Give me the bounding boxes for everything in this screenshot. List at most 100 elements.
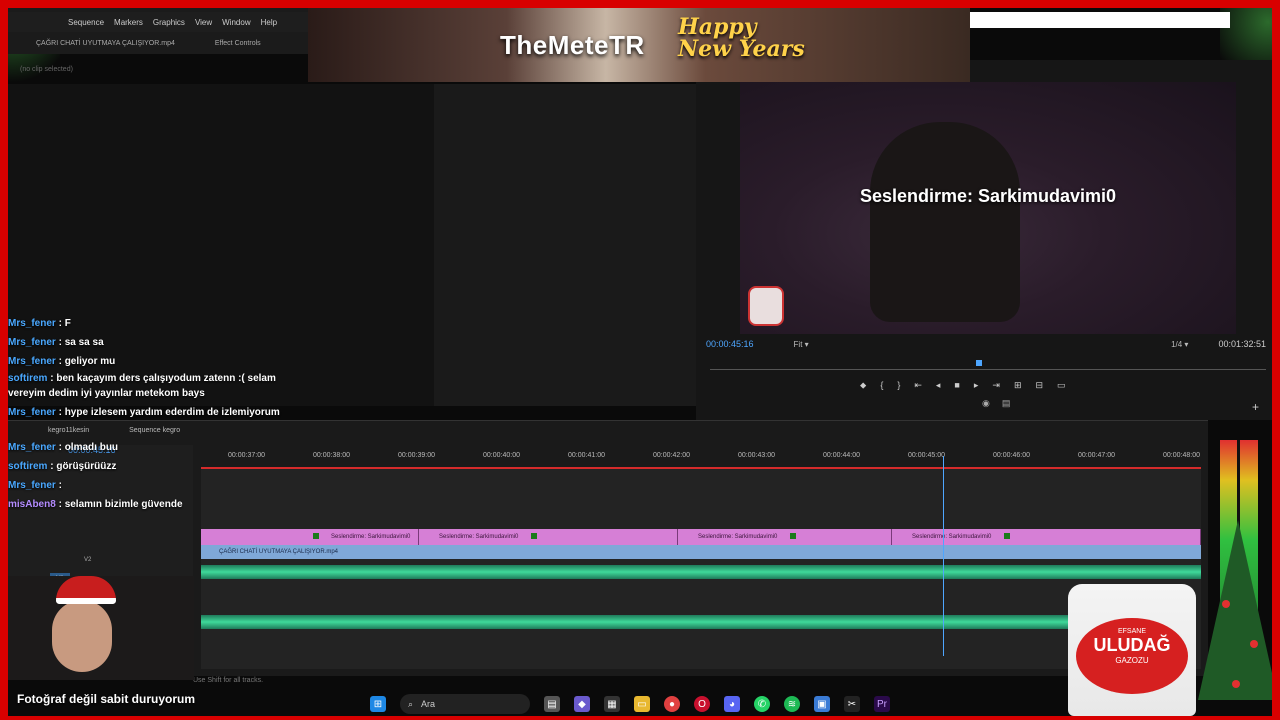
menu-markers[interactable]: Markers	[114, 18, 143, 27]
person-silhouette	[870, 122, 1020, 322]
chrome-icon[interactable]: ●	[664, 696, 680, 712]
status-hint: Use Shift for all tracks.	[193, 677, 264, 684]
program-scrub-bar[interactable]	[710, 360, 1266, 370]
menu-sequence[interactable]: Sequence	[68, 18, 104, 27]
opera-icon[interactable]: O	[694, 696, 710, 712]
chat-message: Mrs_fener : hype izlesem yardım ederdim …	[8, 407, 280, 418]
soda-label-line1: EFSANE	[1117, 628, 1146, 635]
shop-icon[interactable]: ▣	[814, 696, 830, 712]
timeline-playhead[interactable]	[943, 456, 944, 656]
soda-bottle-pack: EFSANE ULUDAĞ GAZOZU	[1068, 584, 1196, 716]
store-icon[interactable]: ▦	[604, 696, 620, 712]
track-label-v2[interactable]: V2	[84, 557, 91, 563]
streamer-face	[52, 600, 112, 672]
step-forward-icon[interactable]: ▸	[974, 380, 979, 394]
v2-clip[interactable]: Seslendirme: Sarkimudavimi0	[419, 529, 678, 545]
spotify-icon[interactable]: ≋	[784, 696, 800, 712]
christmas-tree-decoration	[1198, 520, 1278, 700]
v2-clip[interactable]: Seslendirme: Sarkimudavimi0	[201, 529, 419, 545]
source-panel-tabs: ÇAĞRI CHATİ UYUTMAYA ÇALIŞIYOR.mp4 Effec…	[8, 32, 308, 54]
ruler-tick: 00:00:46:00	[993, 452, 1030, 459]
capcut-icon[interactable]: ✂	[844, 696, 860, 712]
file-explorer-icon[interactable]: ▤	[544, 696, 560, 712]
menu-view[interactable]: View	[195, 18, 212, 27]
new-year-greeting: Happy New Years	[678, 16, 805, 60]
soda-label: EFSANE ULUDAĞ GAZOZU	[1076, 618, 1188, 694]
preview-caption: Seslendirme: Sarkimudavimi0	[859, 186, 1117, 206]
v1-clip[interactable]: ÇAĞRI CHATİ UYUTMAYA ÇALIŞIYOR.mp4	[201, 545, 1201, 559]
ornament-icon	[1222, 600, 1230, 608]
discord-icon[interactable]: ◕	[724, 696, 740, 712]
stop-icon[interactable]: ■	[954, 380, 959, 394]
export-frame-icon[interactable]: ◉	[982, 398, 990, 409]
ruler-tick: 00:00:39:00	[398, 452, 435, 459]
empty-panel	[434, 84, 696, 406]
soda-label-line3: GAZOZU	[1115, 656, 1149, 665]
program-preview: Seslendirme: Sarkimudavimi0	[740, 82, 1236, 334]
v2-clip[interactable]: Seslendirme: Sarkimudavimi0	[678, 529, 892, 545]
ruler-tick: 00:00:43:00	[738, 452, 775, 459]
brand-name: TheMeteTR	[500, 30, 645, 60]
mark-in-icon[interactable]: {	[880, 380, 883, 394]
track-area[interactable]: Seslendirme: Sarkimudavimi0 Seslendirme:…	[201, 469, 1201, 669]
greeting-line-2: New Years	[678, 36, 805, 62]
chat-message: Mrs_fener : F	[8, 318, 71, 329]
mark-out-icon[interactable]: }	[897, 380, 900, 394]
source-clip-tab[interactable]: ÇAĞRI CHATİ UYUTMAYA ÇALIŞIYOR.mp4	[36, 40, 175, 47]
zoom-fit-select[interactable]: Fit ▾	[794, 340, 809, 349]
whatsapp-icon[interactable]: ✆	[754, 696, 770, 712]
no-clip-label: (no clip selected)	[20, 66, 73, 73]
ruler-tick: 00:00:44:00	[823, 452, 860, 459]
browser-strip	[970, 12, 1230, 28]
greeting-line-1: Happy	[678, 14, 757, 40]
program-playhead-icon[interactable]	[976, 360, 982, 366]
webcam-caption: Fotoğraf değil sabit duruyorum	[17, 692, 196, 706]
button-editor-plus-icon[interactable]: +	[1252, 400, 1259, 414]
transport-controls: ⬥ { } ⇤ ◂ ■ ▸ ⇥ ⊞ ⊟ ▭	[860, 380, 1066, 394]
safe-margins-icon[interactable]: ▭	[1057, 380, 1066, 394]
ornament-icon	[1232, 680, 1240, 688]
chat-overlay: Mrs_fener : F Mrs_fener : sa sa sa Mrs_f…	[8, 314, 308, 514]
chat-message: Mrs_fener : olmadı buu	[8, 442, 119, 453]
ruler-tick: 00:00:41:00	[568, 452, 605, 459]
soda-label-line2: ULUDAĞ	[1093, 635, 1171, 655]
effect-controls-tab[interactable]: Effect Controls	[215, 40, 261, 47]
webcam-overlay	[8, 576, 194, 680]
transport-secondary: ◉ ▤	[982, 398, 1010, 409]
ruler-tick: 00:00:48:00	[1163, 452, 1200, 459]
chat-message: Mrs_fener : sa sa sa	[8, 337, 104, 348]
timeline-ruler[interactable]: 00:00:37:00 00:00:38:00 00:00:39:00 00:0…	[201, 449, 1201, 469]
chat-message: Mrs_fener :	[8, 480, 62, 491]
ruler-tick: 00:00:42:00	[653, 452, 690, 459]
add-marker-icon[interactable]: ⬥	[860, 380, 866, 394]
copilot-icon[interactable]: ◆	[574, 696, 590, 712]
windows-icon[interactable]: ⊞	[370, 696, 386, 712]
menu-help[interactable]: Help	[261, 18, 277, 27]
menu-graphics[interactable]: Graphics	[153, 18, 185, 27]
menu-bar: Sequence Markers Graphics View Window He…	[8, 12, 308, 32]
go-to-out-icon[interactable]: ⇥	[992, 380, 1000, 394]
extract-icon[interactable]: ⊟	[1035, 380, 1043, 394]
stream-banner: TheMeteTR Happy New Years	[308, 8, 970, 82]
chat-message: softirem : görüşürüüzz	[8, 461, 117, 472]
taskbar-search[interactable]: ⌕ Ara	[400, 694, 530, 714]
v2-clip[interactable]: Seslendirme: Sarkimudavimi0	[892, 529, 1201, 545]
folder-icon[interactable]: ▭	[634, 696, 650, 712]
a1-audio-clip[interactable]	[201, 565, 1201, 579]
search-placeholder: Ara	[421, 699, 436, 709]
santa-hat-icon	[56, 576, 116, 604]
ruler-tick: 00:00:47:00	[1078, 452, 1115, 459]
step-back-icon[interactable]: ◂	[936, 380, 941, 394]
menu-window[interactable]: Window	[222, 18, 250, 27]
premiere-icon[interactable]: Pr	[874, 696, 890, 712]
a2-audio-clip[interactable]	[201, 615, 1077, 629]
ruler-tick: 00:00:40:00	[483, 452, 520, 459]
chat-message: softirem : ben kaçayım ders çalışıyodum …	[8, 373, 276, 399]
go-to-in-icon[interactable]: ⇤	[914, 380, 922, 394]
ornament-icon	[1250, 640, 1258, 648]
lift-icon[interactable]: ⊞	[1014, 380, 1022, 394]
ruler-tick: 00:00:45:00	[908, 452, 945, 459]
resolution-select[interactable]: 1/4 ▾	[1171, 340, 1188, 349]
program-current-timecode[interactable]: 00:00:45:16	[706, 339, 754, 349]
compare-view-icon[interactable]: ▤	[1002, 398, 1011, 409]
